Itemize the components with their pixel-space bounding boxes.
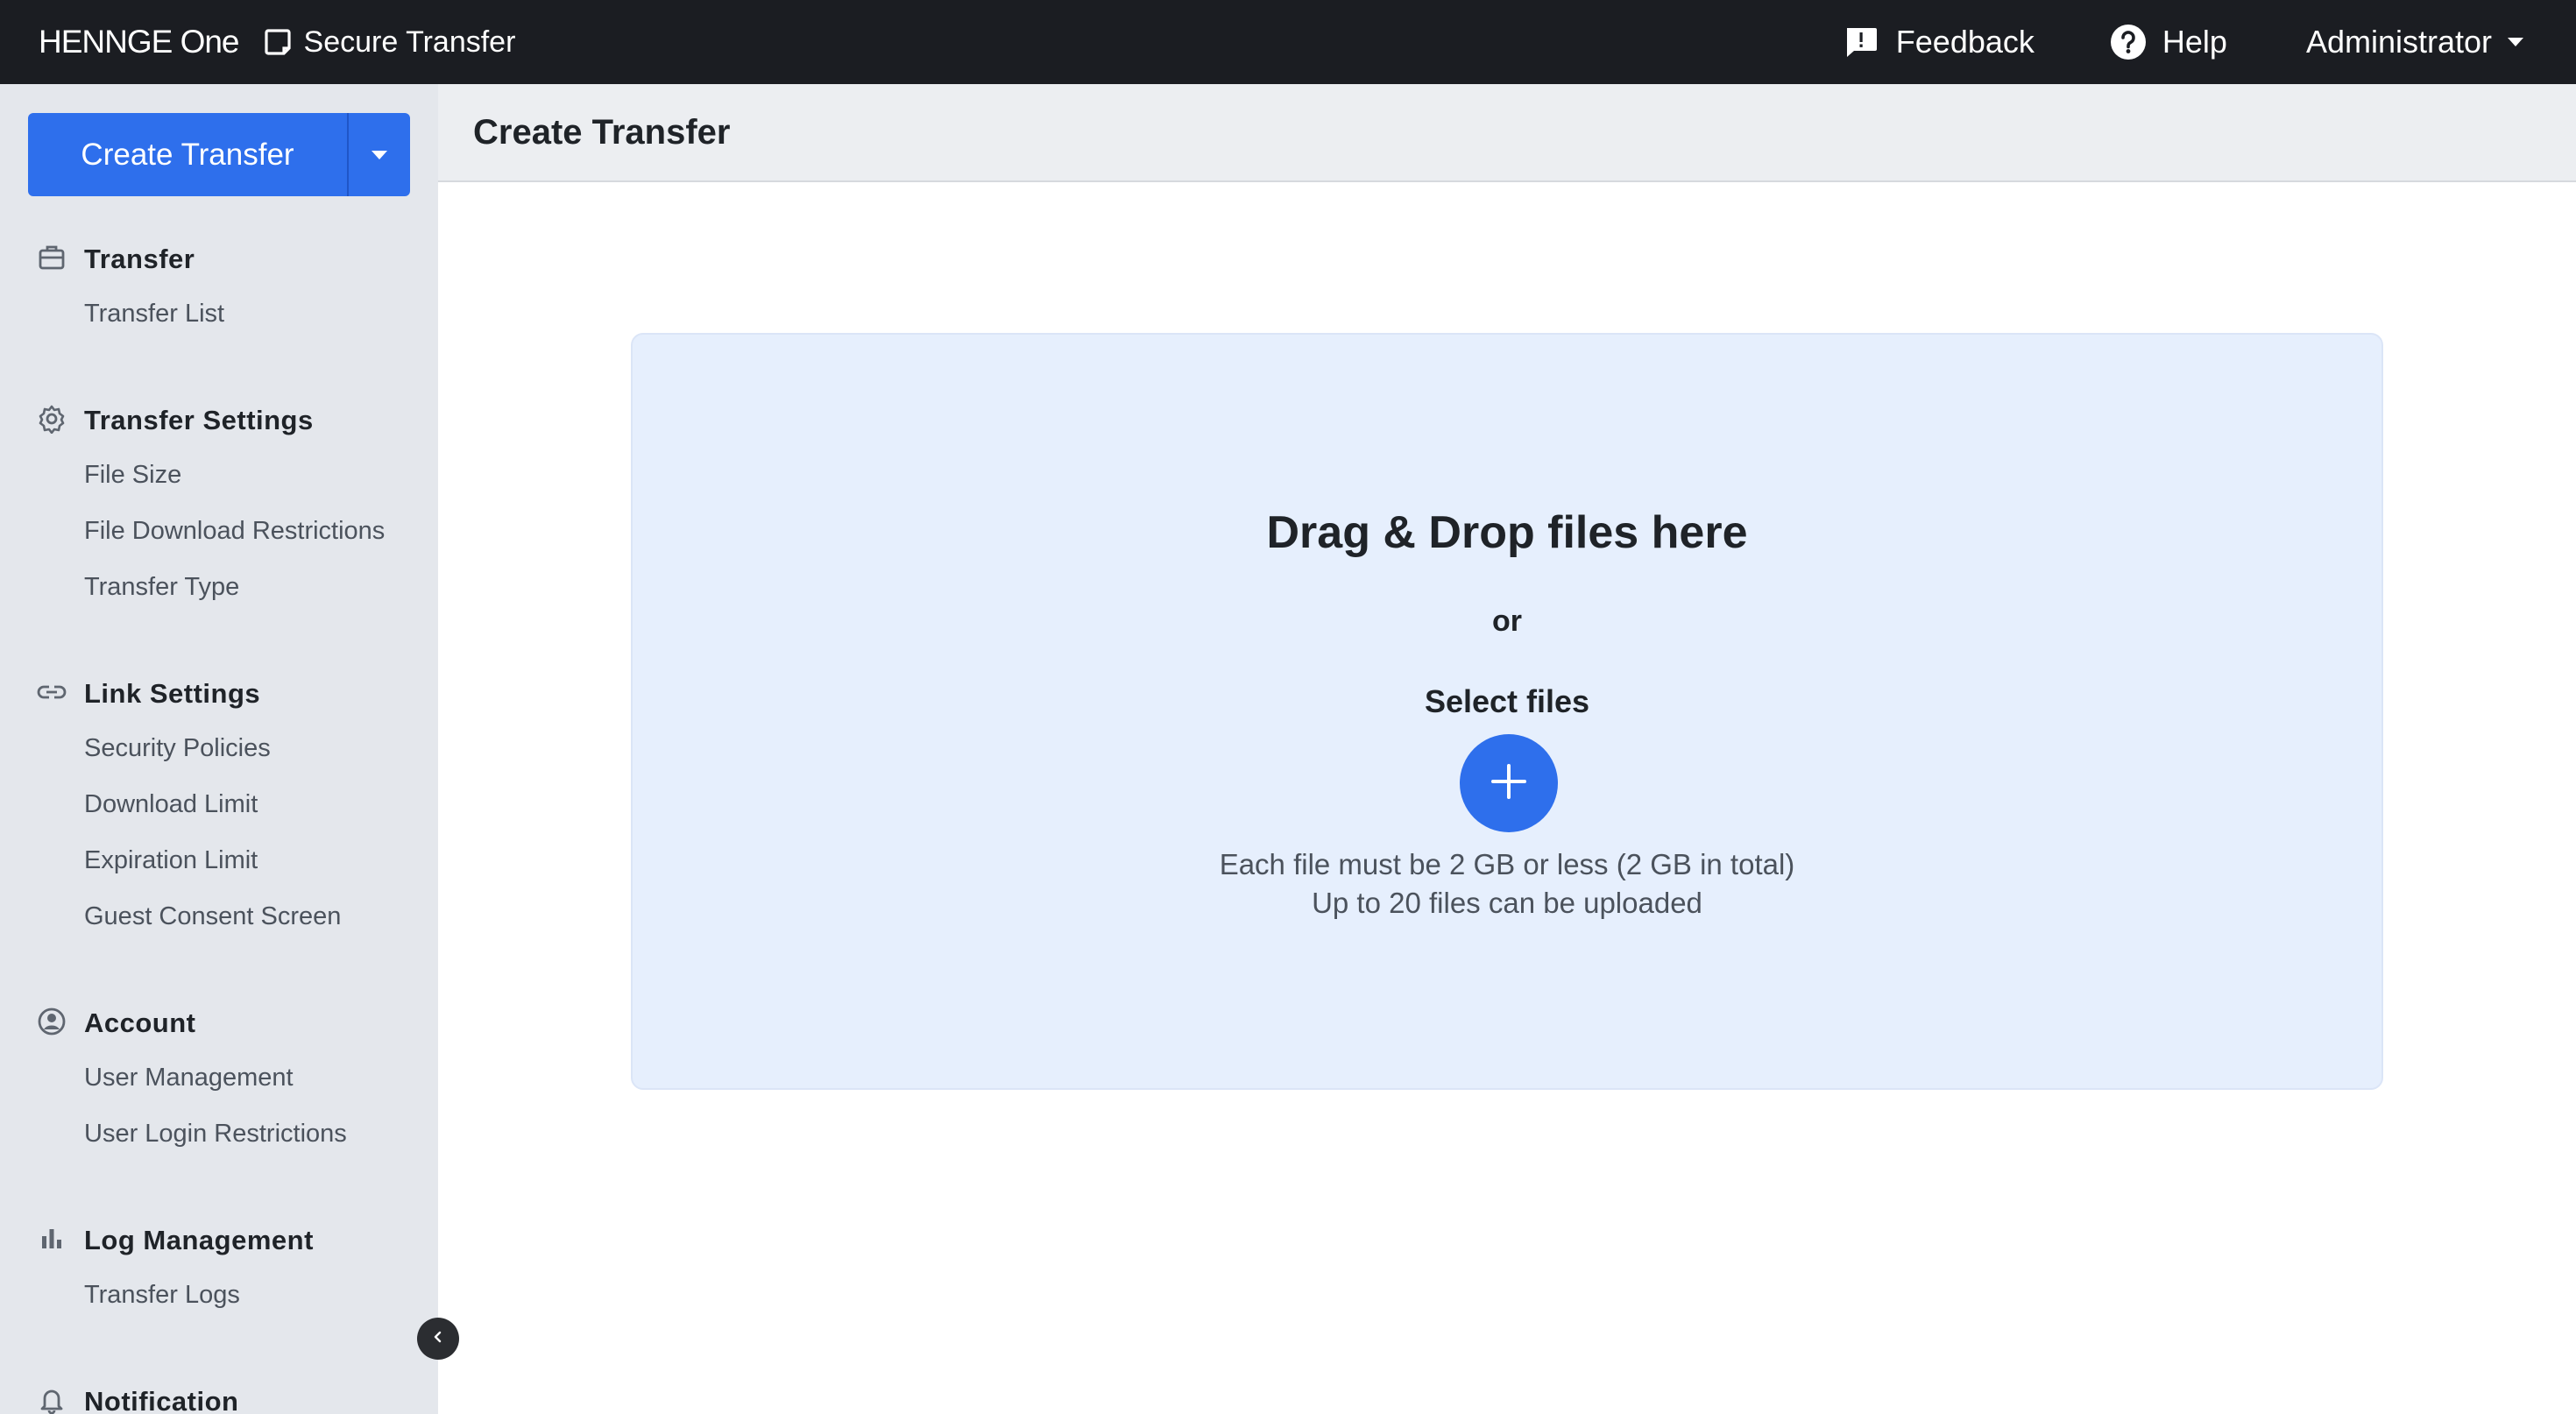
nav-section-title: Log Management <box>84 1225 314 1255</box>
create-transfer-dropdown-toggle[interactable] <box>347 113 410 196</box>
nav-section-title: Notification <box>84 1386 239 1414</box>
user-menu-label: Administrator <box>2305 24 2492 60</box>
file-size-note: Each file must be 2 GB or less (2 GB in … <box>1219 848 1795 880</box>
bell-icon <box>37 1385 67 1414</box>
sidebar-item-user-management[interactable]: User Management <box>0 1050 438 1106</box>
nav-section-title: Link Settings <box>84 678 261 709</box>
nav-section-header: Transfer <box>0 233 438 286</box>
link-icon <box>37 677 67 711</box>
product-name: Secure Transfer <box>303 25 516 59</box>
nav-section-log-management: Log Management Transfer Logs <box>0 1214 438 1323</box>
page-title: Create Transfer <box>473 112 731 152</box>
sidebar-item-expiration-limit[interactable]: Expiration Limit <box>0 832 438 888</box>
file-count-note: Up to 20 files can be uploaded <box>1312 887 1702 919</box>
nav-section-header: Log Management <box>0 1214 438 1267</box>
sidebar-item-security-policies[interactable]: Security Policies <box>0 720 438 776</box>
sidebar-item-transfer-logs[interactable]: Transfer Logs <box>0 1267 438 1323</box>
chevron-down-icon <box>2508 38 2523 46</box>
briefcase-icon <box>37 243 67 277</box>
help-label: Help <box>2162 24 2227 60</box>
sidebar-item-file-size[interactable]: File Size <box>0 447 438 503</box>
nav-section-link-settings: Link Settings Security Policies Download… <box>0 668 438 944</box>
dropzone-or-text: or <box>1492 604 1522 638</box>
page-header: Create Transfer <box>438 84 2576 182</box>
feedback-button[interactable]: Feedback <box>1844 24 2035 60</box>
bar-chart-icon <box>37 1224 67 1258</box>
collapse-sidebar-button[interactable] <box>417 1318 459 1360</box>
sidebar-item-guest-consent-screen[interactable]: Guest Consent Screen <box>0 888 438 944</box>
dropzone-title: Drag & Drop files here <box>1266 507 1748 558</box>
add-files-button[interactable] <box>1460 734 1558 832</box>
plus-icon <box>1488 760 1530 807</box>
sidebar-item-user-login-restrictions[interactable]: User Login Restrictions <box>0 1106 438 1162</box>
help-icon <box>2110 24 2147 60</box>
nav-section-transfer-settings: Transfer Settings File Size File Downloa… <box>0 394 438 615</box>
sidebar-item-transfer-type[interactable]: Transfer Type <box>0 559 438 615</box>
henngeone-logo: HENNGE One <box>39 24 240 60</box>
nav-section-header: Link Settings <box>0 668 438 720</box>
file-dropzone[interactable]: Drag & Drop files here or Select files E… <box>631 333 2383 1090</box>
nav-section-title: Account <box>84 1007 196 1038</box>
nav-section-transfer: Transfer Transfer List <box>0 233 438 342</box>
help-button[interactable]: Help <box>2110 24 2227 60</box>
sidebar-item-download-limit[interactable]: Download Limit <box>0 776 438 832</box>
user-menu-dropdown[interactable]: Administrator <box>2306 24 2523 60</box>
chevron-left-icon <box>429 1328 447 1350</box>
secure-transfer-icon <box>264 27 294 57</box>
nav-section-notification: Notification <box>0 1375 438 1414</box>
select-files-label[interactable]: Select files <box>633 683 2381 720</box>
create-transfer-button[interactable]: Create Transfer <box>28 113 347 196</box>
user-circle-icon <box>37 1007 67 1041</box>
nav-section-title: Transfer <box>84 244 195 274</box>
sidebar-item-transfer-list[interactable]: Transfer List <box>0 286 438 342</box>
nav-section-title: Transfer Settings <box>84 405 314 435</box>
sidebar-item-file-download-restrictions[interactable]: File Download Restrictions <box>0 503 438 559</box>
feedback-icon <box>1844 25 1879 60</box>
nav-section-account: Account User Management User Login Restr… <box>0 997 438 1162</box>
feedback-label: Feedback <box>1895 24 2035 60</box>
nav-section-header: Account <box>0 997 438 1050</box>
brand[interactable]: HENNGE One Secure Transfer <box>39 0 515 84</box>
sidebar: Create Transfer Transfer Transfer List T… <box>0 84 438 1414</box>
chevron-down-icon <box>372 150 387 159</box>
top-navigation-bar: HENNGE One Secure Transfer Feedback Help… <box>0 0 2576 84</box>
gear-icon <box>37 404 67 438</box>
nav-section-header: Transfer Settings <box>0 394 438 447</box>
create-transfer-split-button: Create Transfer <box>28 113 410 196</box>
nav-section-header: Notification <box>0 1375 438 1414</box>
